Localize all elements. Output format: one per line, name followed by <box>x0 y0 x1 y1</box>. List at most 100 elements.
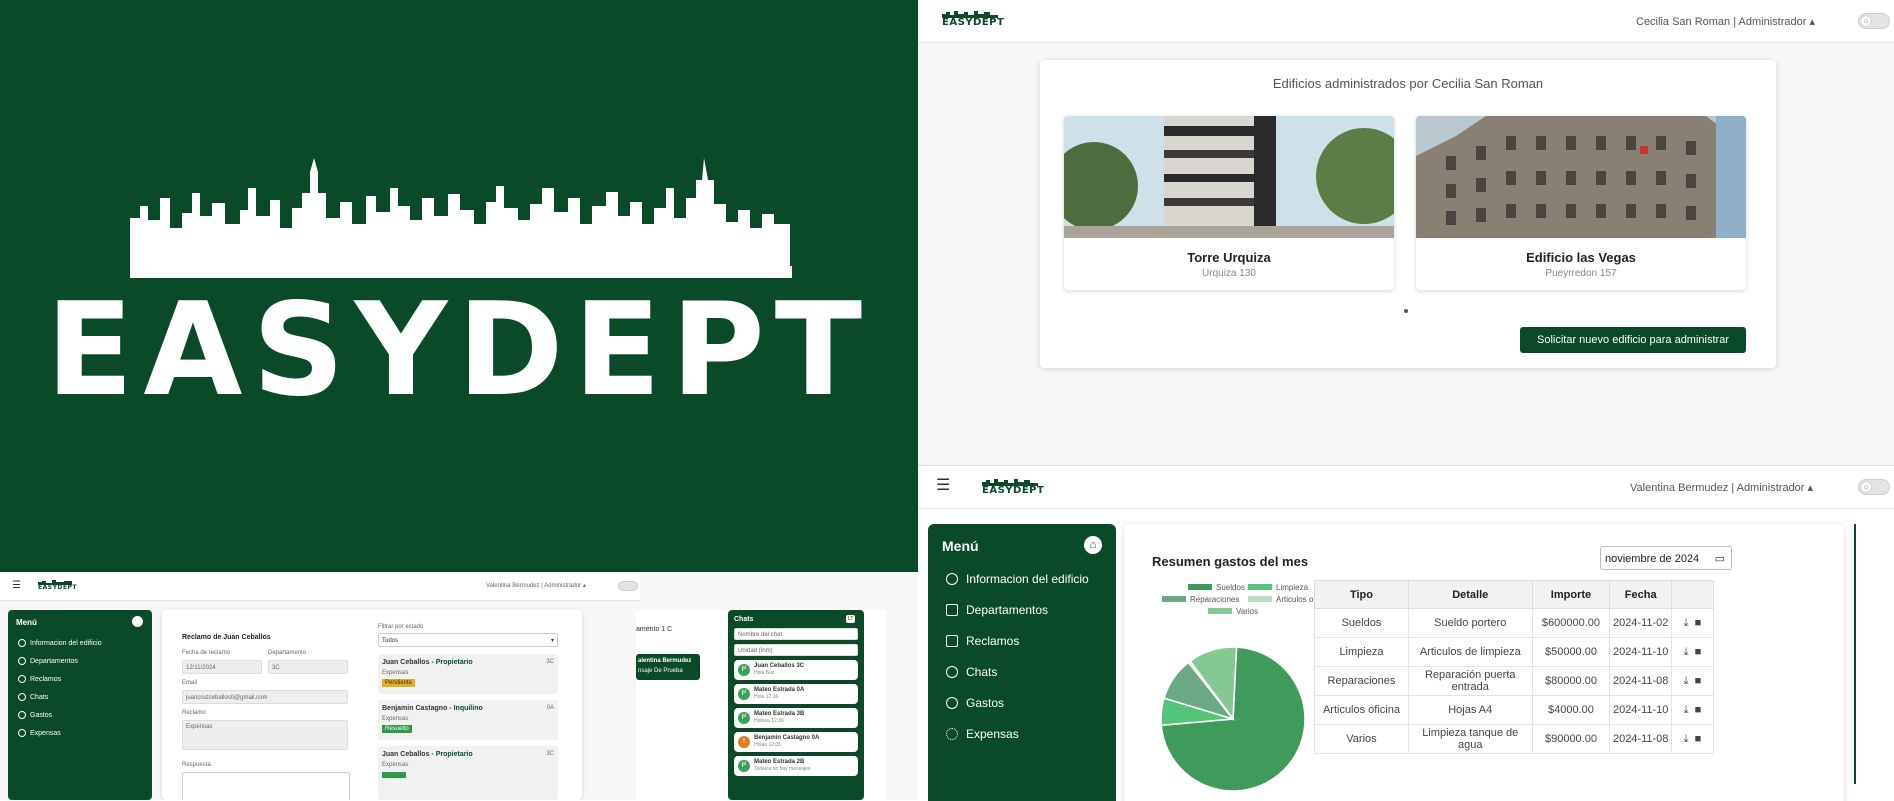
hamburger-icon[interactable]: ☰ <box>936 478 950 494</box>
menu-item-label: Reclamos <box>30 675 62 683</box>
scrollbar[interactable] <box>1854 524 1856 784</box>
date-field[interactable]: 12/11/2024 <box>182 660 262 674</box>
menu-item-departamentos[interactable]: Departamentos <box>18 652 102 670</box>
claim-user: Benjamin Castagno - Inquilino <box>382 705 483 712</box>
download-icon[interactable]: ⤓ <box>1684 617 1689 629</box>
response-textarea[interactable] <box>182 772 350 800</box>
trash-icon[interactable]: ■ <box>1695 675 1702 687</box>
claim-list-item[interactable]: Juan Ceballos - Propietario 3C Expensas … <box>378 654 558 694</box>
trash-icon[interactable]: ■ <box>1695 704 1702 716</box>
claim-list-item[interactable]: Benjamin Castagno - Inquilino 0A Expensa… <box>378 700 558 740</box>
navbar-logo[interactable]: EASYDEPT <box>982 478 1044 496</box>
download-icon[interactable]: ⤓ <box>1684 675 1689 687</box>
download-icon[interactable]: ⤓ <box>1684 704 1689 716</box>
chats-badge[interactable]: LT <box>846 615 856 623</box>
chat-list-item[interactable]: P Juan Ceballos 3C Hola Buz <box>734 660 858 680</box>
chat-name: Mateo Estrada 2B <box>754 759 805 765</box>
expenses-summary-card: Resumen gastos del mes noviembre de 2024… <box>1124 524 1844 801</box>
menu-item-departamentos[interactable]: Departamentos <box>946 603 1048 617</box>
menu-item-informacion[interactable]: Informacion del edificio <box>946 572 1089 586</box>
menu-item-informacion[interactable]: Informacion del edificio <box>18 634 102 652</box>
cell-detalle: Hojas A4 <box>1407 695 1533 725</box>
legend-label: Sueldos <box>1216 583 1245 592</box>
claim-text-field[interactable]: Expensas <box>182 720 348 750</box>
avatar: I <box>738 736 750 748</box>
user-menu[interactable]: Valentina Bermudez | Administrador ▴ <box>486 582 586 589</box>
download-icon[interactable]: ⤓ <box>1684 733 1689 745</box>
navbar-logo-text: EASYDEPT <box>942 17 1005 28</box>
trash-icon[interactable]: ■ <box>1695 646 1702 658</box>
department-field[interactable]: 3C <box>268 660 348 674</box>
request-building-button[interactable]: Solicitar nuevo edificio para administra… <box>1520 327 1746 353</box>
claim-user-role: Propietario <box>435 659 473 666</box>
home-icon[interactable]: ⌂ <box>1084 536 1102 554</box>
status-badge: Resuelto <box>382 725 412 733</box>
claim-type: Expensas <box>382 716 409 722</box>
user-menu[interactable]: Valentina Bermudez | Administrador ▴ <box>1630 481 1813 494</box>
menu-item-reclamos[interactable]: Reclamos <box>946 634 1019 648</box>
trash-icon[interactable]: ■ <box>1695 733 1702 745</box>
theme-toggle[interactable] <box>618 581 638 591</box>
menu-title: Menú <box>942 538 979 554</box>
avatar: P <box>738 664 750 676</box>
menu-item-gastos[interactable]: Gastos <box>946 696 1004 710</box>
menu-item-label: Informacion del edificio <box>30 639 102 647</box>
carousel-dot[interactable] <box>1404 309 1408 313</box>
brand-wordmark: EASYDEPT <box>45 276 873 425</box>
menu-item-chats[interactable]: Chats <box>18 688 102 706</box>
legend-swatch <box>1162 596 1186 602</box>
trash-icon[interactable]: ■ <box>1695 617 1702 629</box>
menu-item-chats[interactable]: Chats <box>946 665 997 679</box>
col-header-detalle: Detalle <box>1407 580 1533 609</box>
chat-name-input[interactable]: Nombre del chat <box>734 628 858 640</box>
menu-item-expensas[interactable]: Expensas <box>946 727 1019 741</box>
chat-list-item[interactable]: P Mateo Estrada 3B Holaaa 12:36 <box>734 708 858 728</box>
chat-list-item[interactable]: P Mateo Estrada 0A Hola 12:36 <box>734 684 858 704</box>
menu-item-expensas[interactable]: Expensas <box>18 724 102 742</box>
navbar-logo[interactable]: EASYDEPT <box>942 10 1004 28</box>
cell-fecha: 2024-11-10 <box>1609 695 1672 725</box>
chats-list-panel: Chats LT Nombre del chat Unidad (Inm) PJ… <box>728 610 864 800</box>
menu-item-gastos[interactable]: Gastos <box>18 706 102 724</box>
user-menu[interactable]: Cecilia San Roman | Administrador ▴ <box>1636 15 1815 28</box>
chat-unit-input[interactable]: Unidad (Inm) <box>734 644 858 656</box>
building-name: Torre Urquiza <box>1187 250 1271 265</box>
claim-unit: 3C <box>546 751 554 757</box>
email-field[interactable]: juancruzceballos0@gmail.com <box>182 690 348 704</box>
claim-user-name: Benjamin Castagno <box>382 705 448 712</box>
percent-icon <box>18 729 26 737</box>
cell-detalle: Sueldo portero <box>1407 608 1533 638</box>
building-photo-torre-urquiza <box>1064 116 1394 238</box>
menu-item-reclamos[interactable]: Reclamos <box>18 670 102 688</box>
navbar-logo[interactable]: EASYDEPT <box>38 580 77 591</box>
cell-detalle: Reparación puerta entrada <box>1407 666 1533 696</box>
chat-list-item[interactable]: P Mateo Estrada 2B Todavia no hay mensajes <box>734 756 858 776</box>
month-picker[interactable]: noviembre de 2024 ▭ <box>1600 546 1732 570</box>
cell-actions: ⤓ ■ <box>1670 637 1715 667</box>
menu-item-label: Expensas <box>30 729 61 737</box>
chat-sender: alentina Bermudez <box>638 658 692 664</box>
chat-list-item[interactable]: I Benjamin Castagno 0A Holaa 12:05 <box>734 732 858 752</box>
building-card-edificio-las-vegas[interactable]: Edificio las Vegas Pueyrredon 157 <box>1416 116 1746 290</box>
chevron-down-icon: ▾ <box>550 638 554 644</box>
theme-toggle[interactable]: ☼ <box>1858 13 1890 29</box>
theme-toggle[interactable]: ☼ <box>1858 479 1890 495</box>
chat-sub: Todavia no hay mensajes <box>754 766 811 772</box>
chat-icon <box>18 693 26 701</box>
building-card-torre-urquiza[interactable]: Torre Urquiza Urquiza 130 <box>1064 116 1394 290</box>
home-icon[interactable] <box>132 616 143 627</box>
legend-label: Reparaciones <box>1190 595 1239 604</box>
download-icon[interactable]: ⤓ <box>1684 646 1689 658</box>
hamburger-icon[interactable]: ☰ <box>12 580 21 591</box>
expenses-table: Tipo Detalle Importe Fecha Sueldos Sueldo… <box>1314 580 1715 754</box>
legend-label: Varios <box>1236 607 1258 616</box>
avatar: P <box>738 760 750 772</box>
claim-list-item[interactable]: Juan Ceballos - Propietario 3C Expensas <box>378 746 558 800</box>
expenses-pie-chart: Sueldos Limpieza Reparaciones Articulos ofi… <box>1160 583 1318 792</box>
avatar: P <box>738 712 750 724</box>
menu-item-label: Informacion del edificio <box>966 572 1089 586</box>
menu-item-label: Reclamos <box>966 634 1020 648</box>
cell-importe: $50000.00 <box>1531 637 1611 667</box>
side-menu: Menú Informacion del edificio Departamen… <box>8 610 152 800</box>
status-filter-select[interactable]: Todos ▾ <box>378 633 558 647</box>
